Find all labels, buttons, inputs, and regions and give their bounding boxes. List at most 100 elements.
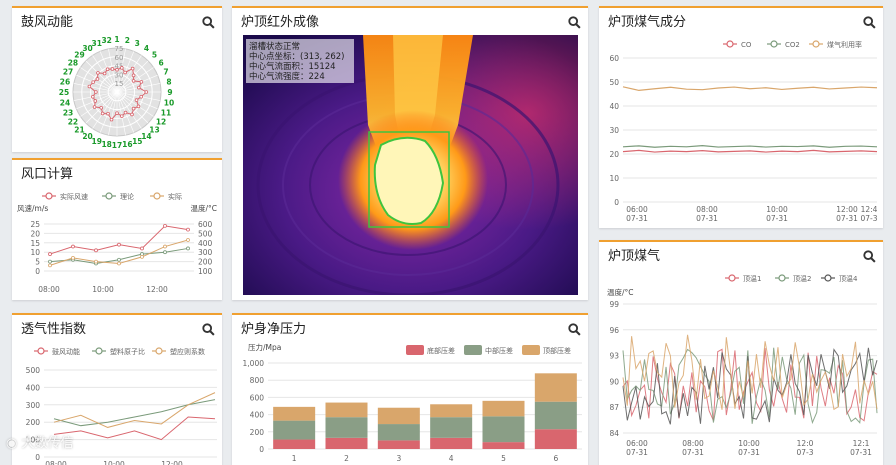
bar-segment — [325, 417, 368, 438]
x-tick: 12:0 — [797, 439, 814, 448]
bar-segment — [534, 429, 577, 449]
radar-point — [96, 71, 100, 75]
radar-axis-label: 6 — [158, 59, 163, 68]
legend-swatch — [464, 345, 482, 355]
legend-marker — [155, 347, 163, 355]
y-tick: 87 — [609, 403, 619, 412]
radar-point — [93, 99, 98, 103]
ir-center-area: 中心气流面积：15124 — [249, 61, 336, 72]
radar-axis-label: 22 — [68, 117, 78, 126]
y-tick-right: 300 — [198, 248, 213, 257]
series-point — [163, 223, 167, 228]
legend-marker — [95, 347, 103, 355]
search-icon[interactable] — [568, 14, 581, 29]
radar-axis-label: 18 — [101, 140, 111, 149]
series-point — [117, 257, 121, 262]
radar-point — [109, 117, 114, 122]
series-point — [71, 255, 75, 260]
y-tick: 93 — [609, 352, 619, 361]
x-tick-date: 07-3 — [796, 448, 813, 457]
x-tick-date: 07-31 — [682, 448, 704, 457]
radar-point — [92, 105, 97, 109]
y-tick-right: 200 — [198, 258, 213, 267]
radar-point — [120, 114, 124, 118]
radar-tick: 15 — [115, 80, 124, 88]
radar-point — [139, 80, 144, 84]
search-icon[interactable] — [863, 14, 876, 29]
blower-kinetic-panel: 鼓风动能 1 2 3 4 5 6 7 8 9 10 11 12 13 14 15 16 17 18 19 20 21 22… — [12, 6, 222, 152]
y-tick: 0 — [259, 445, 264, 454]
radar-axis-label: 24 — [60, 98, 70, 107]
legend-marker — [726, 40, 734, 48]
radar-axis-label: 32 — [101, 36, 111, 45]
x-tick-date: 07-31 — [626, 214, 648, 223]
legend-label: 底部压差 — [427, 346, 455, 355]
gas-composition-panel: 炉顶煤气成分 CO CO2 煤气利用率 0 10 20 30 40 50 60 06:00 07-31… — [599, 6, 883, 228]
legend-label: 煤气利用率 — [827, 40, 862, 49]
x-tick: 08:00 — [38, 285, 60, 294]
x-tick: 12:00 — [161, 460, 183, 465]
legend-marker — [45, 192, 53, 200]
x-tick: 12:4 — [861, 205, 878, 214]
series-line — [622, 149, 878, 153]
radar-point — [105, 67, 110, 72]
search-icon[interactable] — [202, 14, 215, 29]
y-tick: 20 — [609, 150, 619, 159]
y-tick: 1,000 — [243, 359, 265, 368]
legend-marker — [37, 347, 45, 355]
y-tick: 600 — [250, 393, 265, 402]
radar-axis-label: 17 — [112, 141, 122, 150]
ir-center-intensity: 中心气流强度：224 — [249, 71, 325, 82]
y-tick: 0 — [614, 198, 619, 207]
radar-axis-label: 28 — [68, 59, 78, 68]
legend-swatch — [406, 345, 424, 355]
search-icon[interactable] — [202, 321, 215, 336]
legend-label: 塑应则系数 — [170, 347, 205, 356]
radar-point — [137, 85, 141, 90]
infrared-panel: 炉顶红外成像 溜槽状态正常 中心点坐标：(313, 262) 中心气流面积：15… — [232, 6, 588, 300]
series-point — [186, 227, 190, 232]
radar-axis-label: 15 — [132, 137, 142, 146]
series-point — [140, 246, 144, 251]
legend-label: 理论 — [120, 192, 134, 201]
y-tick-right: 500 — [198, 229, 213, 238]
infrared-image: 溜槽状态正常 中心点坐标：(313, 262) 中心气流面积：15124 中心气… — [243, 35, 578, 295]
ir-center-coord: 中心点坐标：(313, 262) — [249, 51, 345, 62]
legend-marker — [153, 192, 161, 200]
radar-point — [110, 67, 115, 71]
y-tick: 300 — [26, 401, 41, 410]
radar-point — [130, 66, 135, 71]
radar-point — [130, 112, 134, 117]
bar-segment — [482, 416, 525, 443]
legend-label: 顶温2 — [793, 274, 811, 283]
y-tick: 200 — [250, 428, 265, 437]
y-tick: 400 — [250, 411, 265, 420]
y-tick: 0 — [35, 453, 40, 462]
y-tick: 40 — [609, 102, 619, 111]
radar-axis-label: 8 — [166, 78, 171, 87]
y-tick: 99 — [609, 300, 619, 309]
search-icon[interactable] — [863, 248, 876, 263]
series-point — [186, 238, 190, 242]
x-tick-date: 07-31 — [850, 448, 872, 457]
radar-point — [131, 79, 136, 83]
bar-segment — [273, 420, 316, 440]
gas-temp-panel: 炉顶煤气 顶温1 顶温2 顶温4 温度/°C 84 87 90 93 96 99 06:00 07-3… — [599, 240, 883, 465]
x-tick-date: 07-3 — [860, 214, 877, 223]
radar-axis-label: 1 — [114, 35, 119, 44]
radar-tick: 60 — [115, 54, 124, 62]
radar-axis-label: 9 — [167, 88, 172, 97]
bar-segment — [377, 440, 420, 449]
radar-point — [123, 70, 127, 75]
series-point — [117, 261, 121, 266]
bar-segment — [430, 404, 473, 418]
x-tick: 10:00 — [738, 439, 760, 448]
x-tick-date: 07-31 — [766, 214, 788, 223]
search-icon[interactable] — [568, 321, 581, 336]
y-tick-right: 100 — [198, 267, 213, 276]
y-tick: 500 — [26, 366, 41, 375]
x-tick: 10:00 — [92, 285, 114, 294]
radar-point — [95, 77, 100, 81]
radar-axis-label: 23 — [63, 108, 73, 117]
y-tick-right: 600 — [198, 220, 213, 229]
